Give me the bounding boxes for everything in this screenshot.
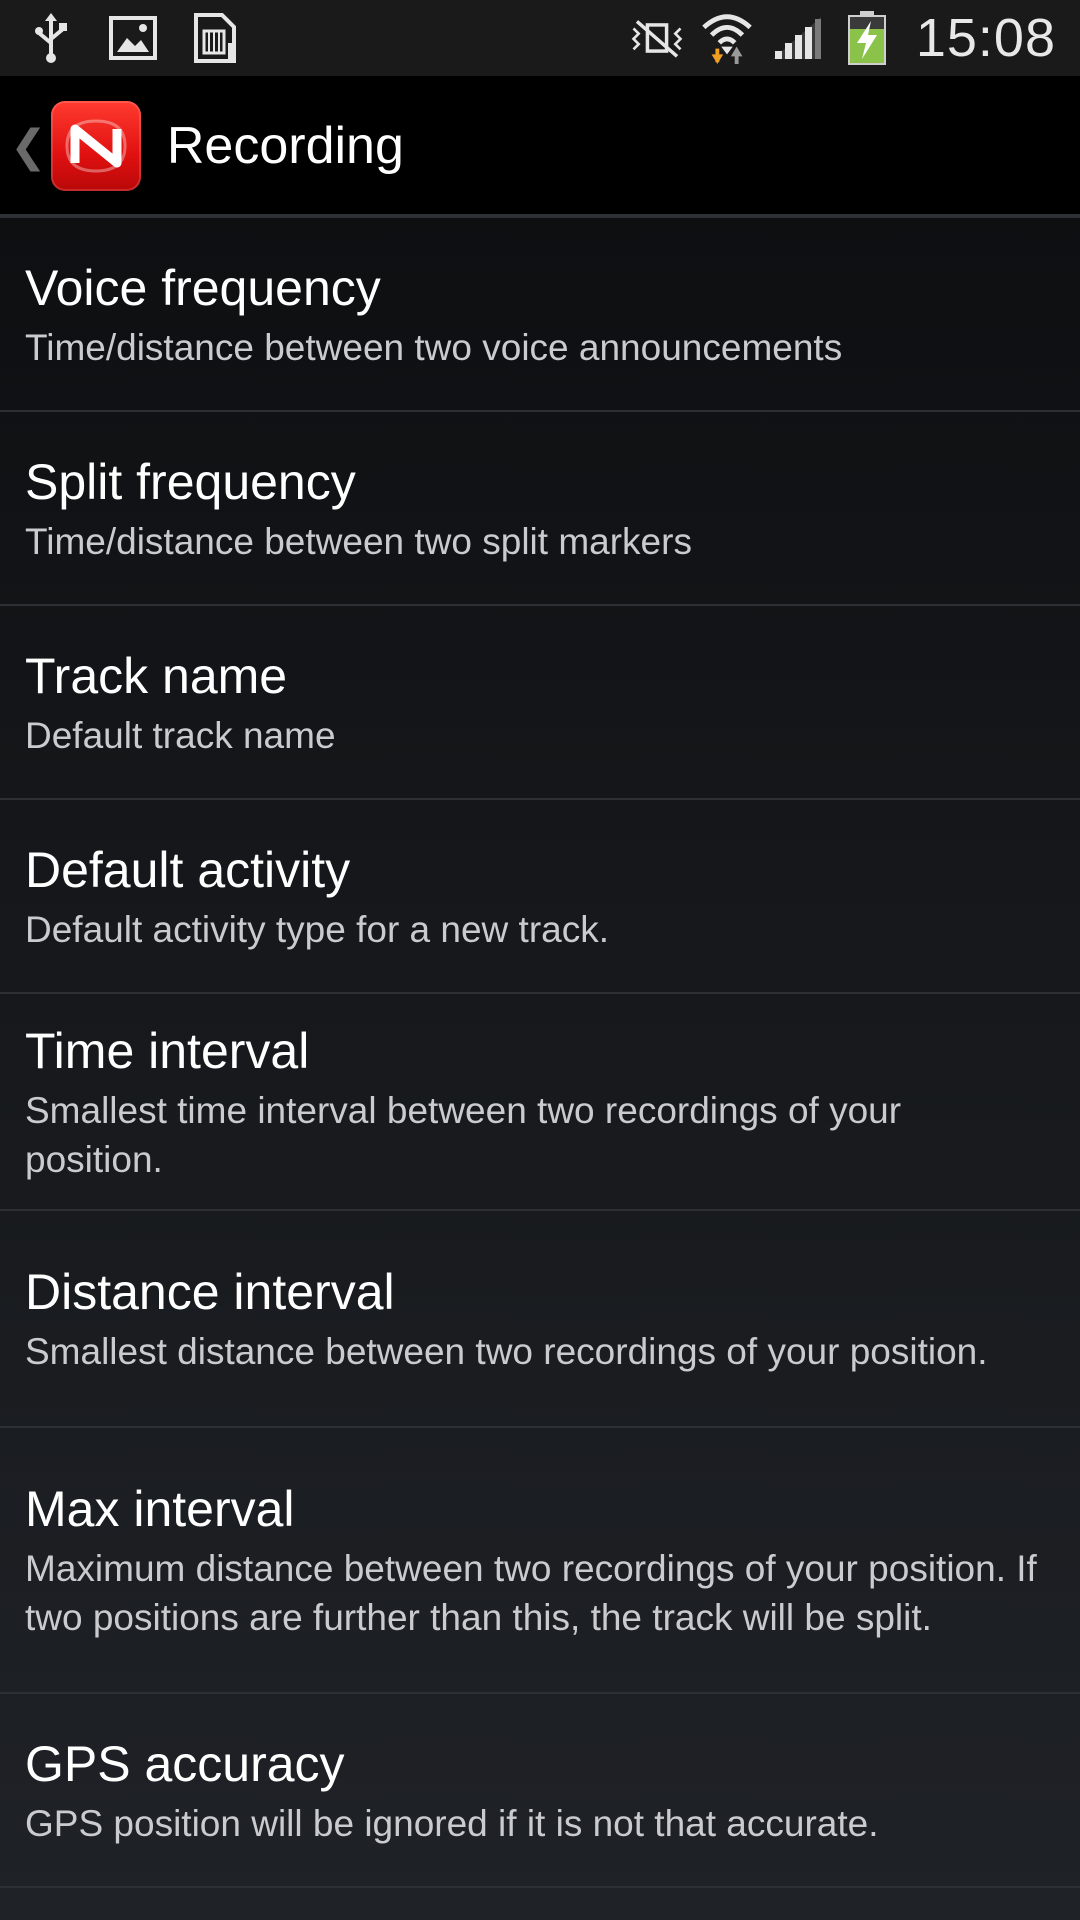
system-icons: 15:08	[630, 7, 1056, 69]
pref-summary: Default activity type for a new track.	[25, 908, 610, 950]
gallery-icon	[106, 11, 160, 65]
notification-icons	[24, 11, 242, 65]
mute-vibrate-icon	[630, 11, 684, 65]
pref-title: Max interval	[25, 1481, 295, 1537]
preference-list: Voice frequency Time/distance between tw…	[0, 218, 1080, 1888]
pref-summary: Default track name	[25, 714, 336, 756]
pref-summary: Smallest distance between two recordings…	[25, 1331, 988, 1372]
page-title: Recording	[166, 117, 404, 175]
pref-title: Voice frequency	[25, 259, 381, 316]
settings-screen: 15:08 ❮ Recording Voice frequency Time/d…	[0, 0, 1080, 1920]
back-chevron-icon: ❮	[10, 120, 47, 172]
wifi-icon	[700, 11, 754, 65]
status-time: 15:08	[915, 8, 1056, 68]
pref-voice-frequency[interactable]: Voice frequency Time/distance between tw…	[0, 218, 1080, 412]
pref-summary: Maximum distance between two recordings …	[25, 1548, 1037, 1638]
pref-default-activity[interactable]: Default activity Default activity type f…	[0, 800, 1080, 994]
pref-gps-accuracy[interactable]: GPS accuracy GPS position will be ignore…	[0, 1694, 1080, 1888]
app-logo-icon	[50, 101, 141, 191]
sd-card-icon	[188, 11, 242, 65]
pref-max-interval[interactable]: Max interval Maximum distance between tw…	[0, 1428, 1080, 1694]
status-bar: 15:08	[0, 0, 1080, 76]
pref-track-name[interactable]: Track name Default track name	[0, 606, 1080, 800]
up-navigation-button[interactable]: ❮	[0, 76, 153, 216]
pref-title: Distance interval	[25, 1264, 395, 1320]
pref-summary: Time/distance between two voice announce…	[25, 326, 843, 368]
pref-summary: GPS position will be ignored if it is no…	[25, 1802, 879, 1844]
pref-title: GPS accuracy	[25, 1735, 345, 1792]
pref-title: Time interval	[25, 1022, 310, 1079]
pref-title: Default activity	[25, 841, 351, 898]
signal-icon	[770, 11, 824, 65]
pref-distance-interval[interactable]: Distance interval Smallest distance betw…	[0, 1211, 1080, 1428]
pref-split-frequency[interactable]: Split frequency Time/distance between tw…	[0, 412, 1080, 606]
pref-summary: Smallest time interval between two recor…	[25, 1089, 902, 1180]
pref-title: Track name	[25, 647, 288, 704]
action-bar: ❮ Recording	[0, 76, 1080, 216]
pref-time-interval[interactable]: Time interval Smallest time interval bet…	[0, 994, 1080, 1211]
battery-charging-icon	[840, 11, 894, 65]
pref-title: Split frequency	[25, 453, 356, 510]
usb-icon	[24, 11, 78, 65]
pref-summary: Time/distance between two split markers	[25, 520, 692, 562]
